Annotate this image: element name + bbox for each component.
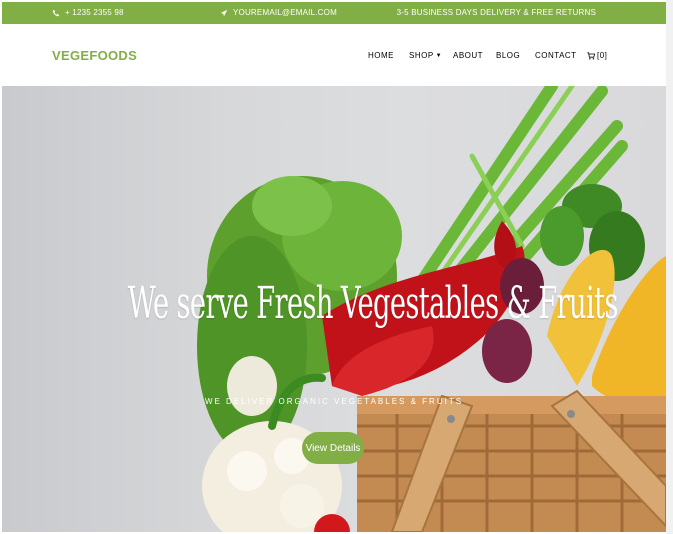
cart-count: [0]: [597, 51, 608, 60]
nav-item-home[interactable]: HOME: [368, 51, 394, 60]
nav-item-cart[interactable]: [0]: [587, 51, 607, 60]
nav-item-contact[interactable]: CONTACT: [535, 51, 577, 60]
window-edge: [666, 0, 673, 534]
nav-item-about[interactable]: ABOUT: [453, 51, 483, 60]
email-contact[interactable]: YOUREMAIL@EMAIL.COM: [220, 8, 337, 17]
paper-plane-icon: [220, 9, 228, 16]
caret-down-icon: ▼: [435, 52, 443, 59]
hero-subtitle: WE DELIVER ORGANIC VEGETABLES & FRUITS: [204, 397, 464, 406]
view-details-button[interactable]: View Details: [302, 432, 364, 464]
nav-item-shop[interactable]: SHOP ▼: [409, 51, 442, 60]
hero-banner: We serve Fresh Vegestables & Fruits WE D…: [2, 86, 666, 532]
top-info-bar: + 1235 2355 98 YOUREMAIL@EMAIL.COM 3-5 B…: [2, 2, 666, 24]
hero-title: We serve Fresh Vegestables & Fruits: [127, 278, 619, 329]
page-frame: + 1235 2355 98 YOUREMAIL@EMAIL.COM 3-5 B…: [2, 2, 666, 532]
phone-contact[interactable]: + 1235 2355 98: [52, 8, 124, 17]
email-address: YOUREMAIL@EMAIL.COM: [233, 8, 337, 17]
phone-number: + 1235 2355 98: [65, 8, 124, 17]
nav-item-blog[interactable]: BLOG: [496, 51, 520, 60]
nav-item-shop-label: SHOP: [409, 51, 434, 60]
delivery-info: 3-5 BUSINESS DAYS DELIVERY & FREE RETURN…: [397, 8, 596, 17]
main-navbar: VEGEFOODS HOME SHOP ▼ ABOUT BLOG CONTACT…: [2, 24, 666, 86]
brand-logo[interactable]: VEGEFOODS: [52, 48, 137, 63]
cart-icon: [587, 51, 595, 60]
delivery-text: 3-5 BUSINESS DAYS DELIVERY & FREE RETURN…: [396, 8, 596, 17]
phone-icon: [52, 9, 60, 16]
